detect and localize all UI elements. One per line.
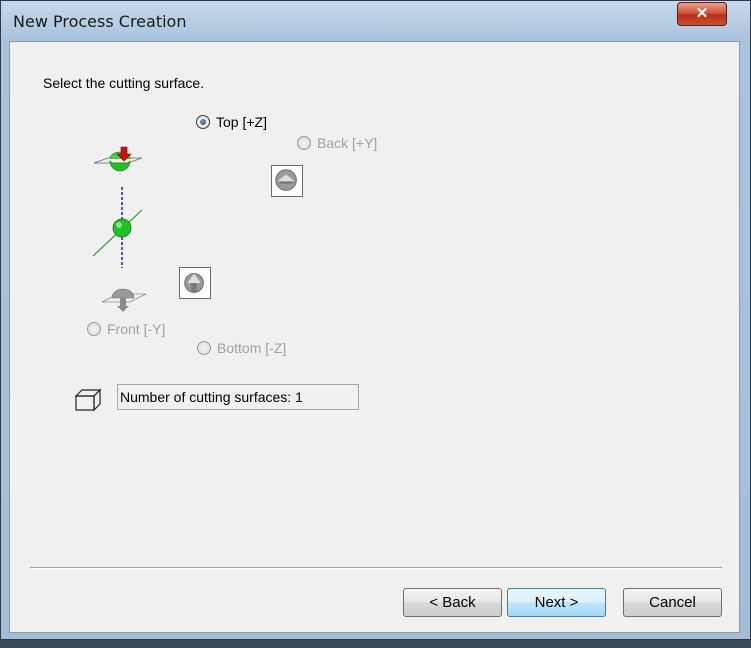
instruction-text: Select the cutting surface. <box>43 75 205 91</box>
radio-bottom-label: Bottom [-Z] <box>217 340 287 356</box>
title-bar[interactable]: New Process Creation ✕ <box>1 1 750 41</box>
close-button[interactable]: ✕ <box>677 2 727 26</box>
next-button[interactable]: Next > <box>507 588 606 617</box>
cube-icon <box>74 388 102 412</box>
separator-line <box>30 567 722 569</box>
radio-back-indicator[interactable] <box>297 136 311 150</box>
radio-top[interactable]: Top [+Z] <box>196 114 267 130</box>
bottom-hemisphere-icon <box>111 288 135 299</box>
dialog-window: New Process Creation ✕ Select the cuttin… <box>0 0 751 640</box>
top-hemisphere-icon <box>109 160 131 172</box>
front-view-icon <box>179 267 211 299</box>
dialog-content: Select the cutting surface. Top [+Z] Bac… <box>9 41 740 633</box>
back-view-icon <box>271 165 303 197</box>
radio-back[interactable]: Back [+Y] <box>297 135 377 151</box>
radio-top-label: Top [+Z] <box>216 114 267 130</box>
cutting-surface-count-field: Number of cutting surfaces: 1 <box>117 384 359 410</box>
radio-bottom-indicator[interactable] <box>197 341 211 355</box>
radio-top-indicator[interactable] <box>196 115 210 129</box>
orientation-diagram <box>92 146 147 312</box>
cancel-button[interactable]: Cancel <box>623 588 722 617</box>
back-button[interactable]: < Back <box>403 588 502 617</box>
radio-bottom[interactable]: Bottom [-Z] <box>197 340 286 356</box>
center-sphere-icon <box>112 218 132 238</box>
radio-back-label: Back [+Y] <box>317 135 378 151</box>
window-title: New Process Creation <box>13 12 187 31</box>
